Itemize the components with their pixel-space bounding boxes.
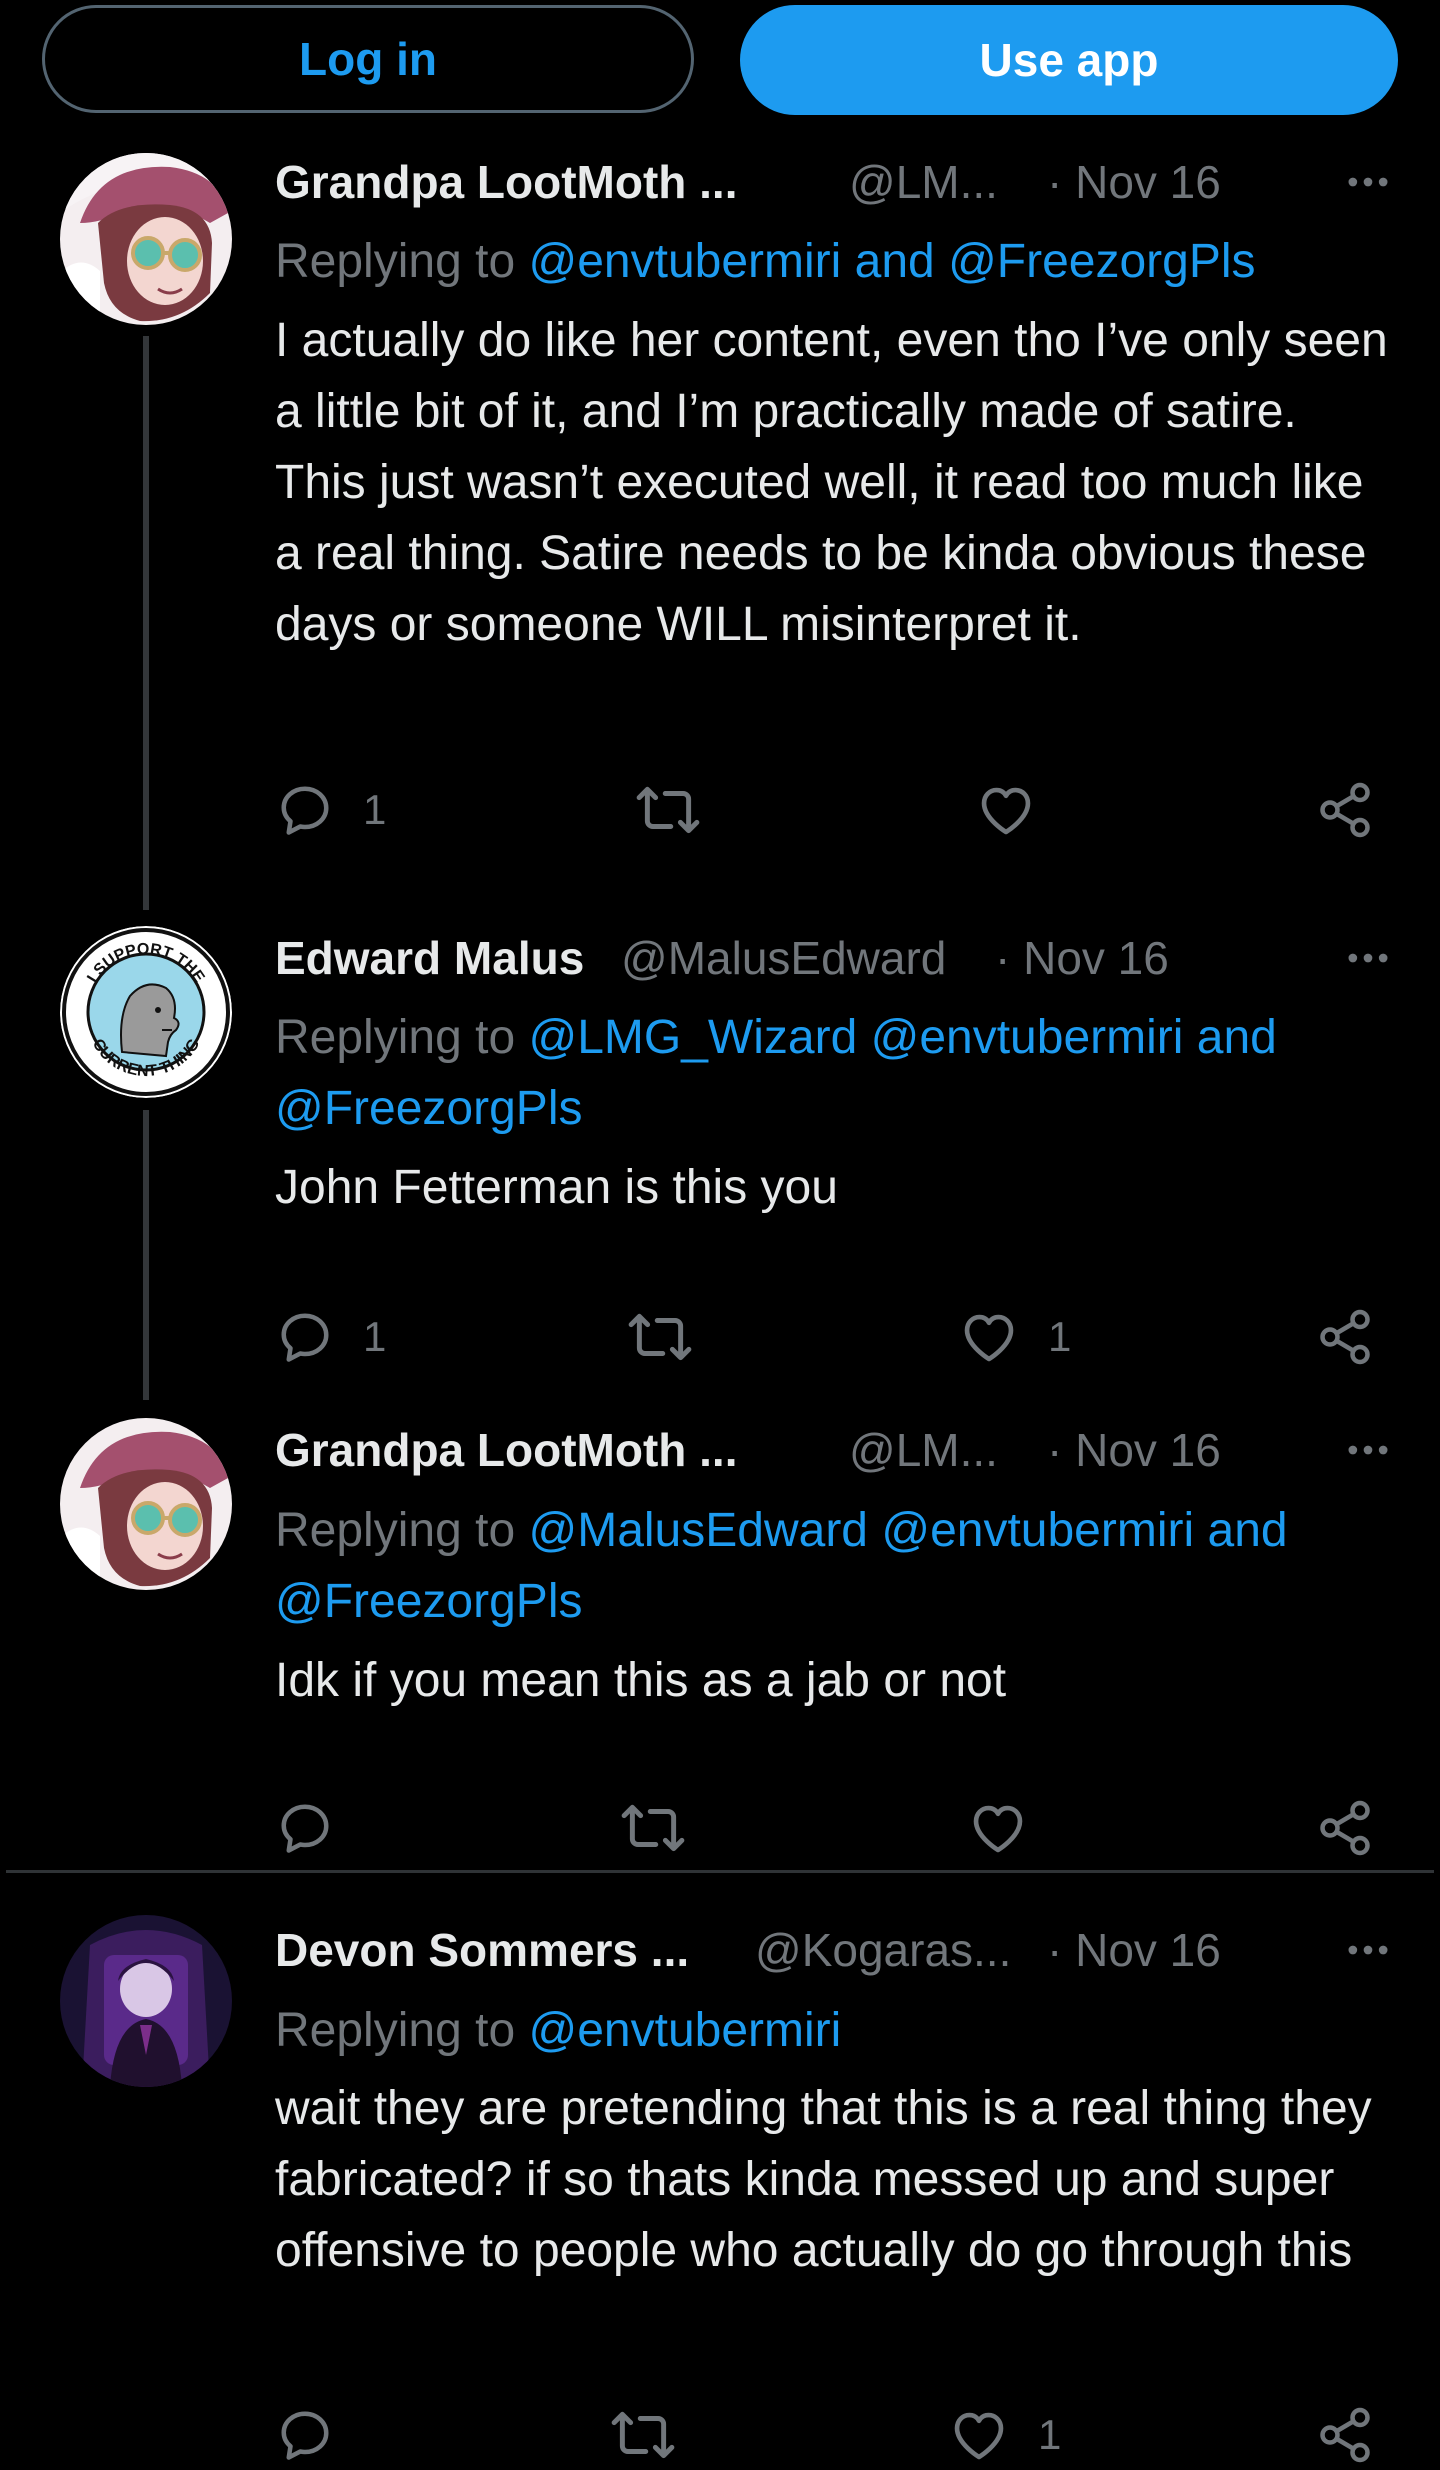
thread-line	[143, 1110, 149, 1400]
replying-to: Replying to @envtubermiri	[275, 1995, 1395, 2066]
tweet-header: Grandpa LootMoth ... @LM... · Nov 16	[275, 152, 1398, 212]
tweet-text: wait they are pretending that this is a …	[275, 2082, 1372, 2277]
share-icon	[1315, 1798, 1375, 1858]
like-button[interactable]: 1	[948, 2400, 1061, 2470]
retweet-button[interactable]	[620, 1793, 714, 1863]
display-name[interactable]: Grandpa LootMoth ...	[275, 152, 738, 212]
more-icon[interactable]	[1338, 152, 1398, 212]
reply-button[interactable]	[275, 1793, 363, 1863]
tweet-actions: 1	[275, 2400, 1385, 2470]
replying-to-label: Replying to	[275, 2004, 516, 2057]
reply-icon	[275, 1798, 335, 1858]
user-handle[interactable]: @MalusEdward	[621, 928, 946, 988]
like-button[interactable]	[975, 775, 1065, 845]
share-button[interactable]	[1315, 1302, 1375, 1372]
replying-to-label: Replying to	[275, 1504, 516, 1557]
display-name[interactable]: Grandpa LootMoth ...	[275, 1420, 738, 1480]
retweet-button[interactable]	[610, 2400, 704, 2470]
tweet-text: John Fetterman is this you	[275, 1161, 838, 1214]
tweet-text: Idk if you mean this as a jab or not	[275, 1654, 1007, 1707]
user-handle[interactable]: @LM...	[849, 152, 998, 212]
user-handle[interactable]: @LM...	[849, 1420, 998, 1480]
tweet-header: Devon Sommers ... @Kogaras... · Nov 16	[275, 1920, 1398, 1980]
top-bar: Log in Use app	[0, 0, 1440, 150]
retweet-icon	[627, 1304, 693, 1370]
tweet-header: Edward Malus @MalusEdward · Nov 16	[275, 928, 1398, 988]
like-count: 1	[1038, 2411, 1062, 2458]
tweet-date[interactable]: · Nov 16	[1047, 152, 1221, 212]
share-icon	[1315, 1307, 1375, 1367]
share-icon	[1315, 780, 1375, 840]
avatar-image	[60, 1418, 232, 1590]
display-name[interactable]: Devon Sommers ...	[275, 1920, 689, 1980]
like-button[interactable]: 1	[958, 1302, 1071, 1372]
reply-icon	[275, 1307, 335, 1367]
user-handle[interactable]: @Kogaras...	[755, 1920, 1011, 1980]
reply-icon	[275, 780, 335, 840]
tweet-date[interactable]: · Nov 16	[1047, 1920, 1221, 1980]
tweet-date[interactable]: · Nov 16	[995, 928, 1169, 988]
like-count: 1	[1048, 1313, 1072, 1360]
reply-icon	[275, 2405, 335, 2465]
tweet[interactable]: Devon Sommers ... @Kogaras... · Nov 16 R…	[0, 1890, 1440, 2469]
replying-to-label: Replying to	[275, 1011, 516, 1064]
share-button[interactable]	[1315, 1793, 1375, 1863]
retweet-icon	[610, 2402, 676, 2468]
reply-count: 1	[363, 786, 387, 833]
more-icon[interactable]	[1338, 1920, 1398, 1980]
thread-line	[143, 336, 149, 910]
replying-to-mentions[interactable]: @envtubermiri	[528, 2004, 841, 2057]
share-button[interactable]	[1315, 775, 1375, 845]
avatar[interactable]	[60, 1915, 232, 2087]
replying-to-mentions[interactable]: @envtubermiri and @FreezorgPls	[528, 235, 1255, 288]
tweet[interactable]: Grandpa LootMoth ... @LM... · Nov 16 Rep…	[0, 1400, 1440, 1870]
avatar-image	[60, 153, 232, 325]
avatar[interactable]	[60, 1418, 232, 1590]
more-icon[interactable]	[1338, 928, 1398, 988]
heart-icon	[967, 1797, 1029, 1859]
avatar-image: I SUPPORT THE CURRENT THING	[60, 926, 232, 1098]
use-app-button[interactable]: Use app	[740, 5, 1398, 115]
heart-icon	[948, 2404, 1010, 2466]
tweet-date[interactable]: · Nov 16	[1047, 1420, 1221, 1480]
tweet-actions	[275, 1793, 1385, 1863]
reply-button[interactable]: 1	[275, 775, 386, 845]
reply-count: 1	[363, 1313, 387, 1360]
avatar-image	[60, 1915, 232, 2087]
more-icon[interactable]	[1338, 1420, 1398, 1480]
heart-icon	[975, 779, 1037, 841]
heart-icon	[958, 1306, 1020, 1368]
replying-to: Replying to @envtubermiri and @FreezorgP…	[275, 226, 1395, 297]
reply-button[interactable]: 1	[275, 1302, 386, 1372]
log-in-button[interactable]: Log in	[42, 5, 694, 113]
replying-to: Replying to @LMG_Wizard @envtubermiri an…	[275, 1002, 1395, 1144]
share-icon	[1315, 2405, 1375, 2465]
retweet-button[interactable]	[635, 775, 729, 845]
tweet-actions: 1 1	[275, 1302, 1385, 1372]
display-name[interactable]: Edward Malus	[275, 928, 584, 988]
avatar[interactable]: I SUPPORT THE CURRENT THING	[60, 926, 232, 1098]
avatar[interactable]	[60, 153, 232, 325]
like-button[interactable]	[967, 1793, 1057, 1863]
tweet[interactable]: Grandpa LootMoth ... @LM... · Nov 16 Rep…	[0, 150, 1440, 910]
retweet-icon	[620, 1795, 686, 1861]
replying-to-label: Replying to	[275, 235, 516, 288]
tweet[interactable]: I SUPPORT THE CURRENT THING Edward Malus…	[0, 910, 1440, 1400]
tweet-actions: 1	[275, 775, 1385, 845]
tweet-text: I actually do like her content, even tho…	[275, 314, 1388, 651]
reply-button[interactable]	[275, 2400, 363, 2470]
share-button[interactable]	[1315, 2400, 1375, 2470]
divider	[6, 1870, 1434, 1873]
tweet-header: Grandpa LootMoth ... @LM... · Nov 16	[275, 1420, 1398, 1480]
replying-to: Replying to @MalusEdward @envtubermiri a…	[275, 1495, 1395, 1637]
retweet-icon	[635, 777, 701, 843]
retweet-button[interactable]	[627, 1302, 721, 1372]
